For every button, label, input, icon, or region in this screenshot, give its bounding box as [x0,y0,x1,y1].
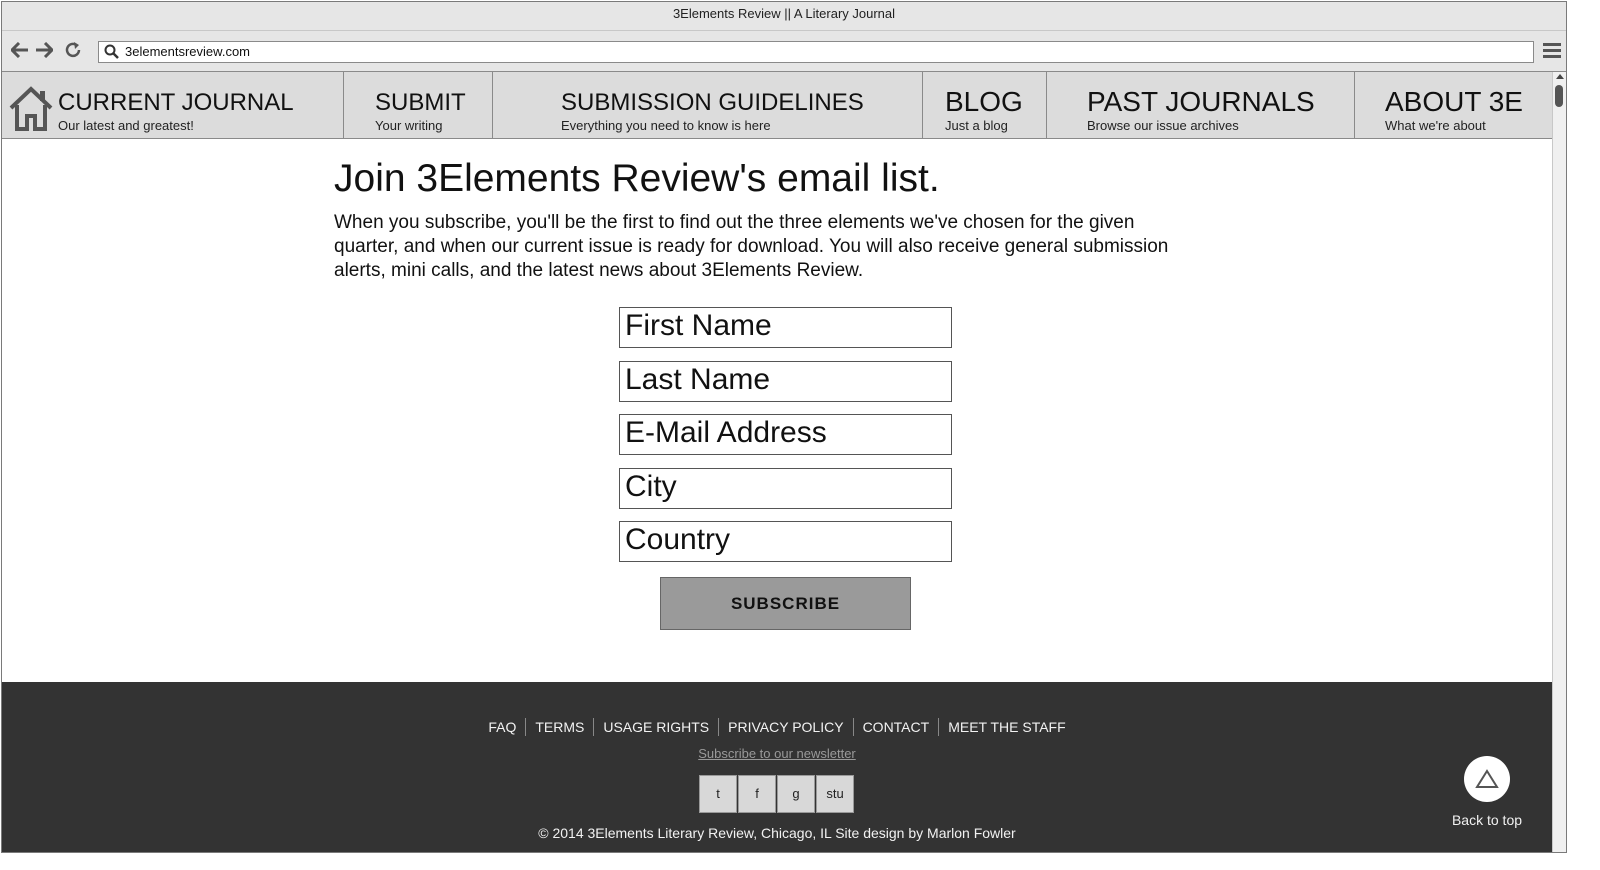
nav-submission-guidelines[interactable]: SUBMISSION GUIDELINES Everything you nee… [493,72,923,138]
window-title: 3Elements Review || A Literary Journal [672,6,896,21]
social-stumbleupon-button[interactable]: stu [816,775,854,813]
subscribe-button[interactable]: SUBSCRIBE [660,577,911,630]
nav-blog-subtitle: Just a blog [945,118,1008,133]
last-name-field[interactable]: Last Name [619,361,952,402]
footer-link-terms[interactable]: TERMS [525,718,593,736]
social-google-button[interactable]: g [777,775,815,813]
footer-link-privacy-policy[interactable]: PRIVACY POLICY [718,718,852,736]
nav-guidelines-subtitle: Everything you need to know is here [561,118,771,133]
window-titlebar: 3Elements Review || A Literary Journal [2,2,1566,31]
nav-past-journals-title: PAST JOURNALS [1087,86,1315,117]
main-content: Join 3Elements Review's email list. When… [334,157,1214,283]
nav-current-journal[interactable]: CURRENT JOURNAL Our latest and greatest! [2,72,344,138]
home-icon [8,86,54,137]
copyright-text: © 2014 3Elements Literary Review, Chicag… [538,825,1016,841]
nav-submit-subtitle: Your writing [375,118,443,133]
nav-about[interactable]: ABOUT 3E What we're about [1355,72,1552,138]
site-navigation: CURRENT JOURNAL Our latest and greatest!… [2,72,1552,139]
vertical-scrollbar[interactable] [1552,72,1566,852]
social-links: t f g stu [699,775,854,813]
intro-text: When you subscribe, you'll be the first … [334,212,1169,281]
nav-about-subtitle: What we're about [1385,118,1486,133]
footer-link-meet-the-staff[interactable]: MEET THE STAFF [938,718,1074,736]
nav-current-journal-title: CURRENT JOURNAL [58,89,294,116]
footer-links: FAQ TERMS USAGE RIGHTS PRIVACY POLICY CONTAC… [2,718,1552,736]
back-to-top-button[interactable]: Back to top [1442,756,1532,828]
social-twitter-button[interactable]: t [699,775,737,813]
search-icon [104,44,120,66]
nav-past-journals-subtitle: Browse our issue archives [1087,118,1239,133]
up-triangle-icon[interactable] [1464,756,1510,802]
nav-blog[interactable]: BLOG Just a blog [923,72,1047,138]
hamburger-menu-icon[interactable] [1542,41,1562,61]
nav-past-journals[interactable]: PAST JOURNALS Browse our issue archives [1047,72,1355,138]
browser-window: 3Elements Review || A Literary Journal 3… [1,1,1567,853]
browser-toolbar: 3elementsreview.com [2,31,1566,72]
scrollbar-thumb[interactable] [1555,85,1563,107]
page-footer: FAQ TERMS USAGE RIGHTS PRIVACY POLICY CONTAC… [2,682,1552,852]
nav-guidelines-title: SUBMISSION GUIDELINES [561,89,864,116]
nav-about-title: ABOUT 3E [1385,86,1523,117]
nav-current-journal-subtitle: Our latest and greatest! [58,118,194,133]
country-field[interactable]: Country [619,521,952,562]
nav-submit-title: SUBMIT [375,89,466,116]
city-field[interactable]: City [619,468,952,509]
nav-submit[interactable]: SUBMIT Your writing [344,72,493,138]
page-title: Join 3Elements Review's email list. [334,157,940,200]
url-text: 3elementsreview.com [125,44,250,59]
back-arrow-icon[interactable] [10,40,30,60]
first-name-field[interactable]: First Name [619,307,952,348]
footer-link-faq[interactable]: FAQ [479,718,525,736]
nav-blog-title: BLOG [945,86,1023,117]
scroll-up-arrow-icon[interactable] [1556,74,1564,79]
reload-icon[interactable] [63,40,83,60]
address-bar[interactable]: 3elementsreview.com [98,41,1534,63]
footer-link-contact[interactable]: CONTACT [852,718,939,736]
footer-link-usage-rights[interactable]: USAGE RIGHTS [593,718,718,736]
email-field[interactable]: E-Mail Address [619,414,952,455]
back-to-top-label: Back to top [1451,812,1523,828]
newsletter-link[interactable]: Subscribe to our newsletter [2,746,1552,761]
forward-arrow-icon[interactable] [34,40,54,60]
social-facebook-button[interactable]: f [738,775,776,813]
